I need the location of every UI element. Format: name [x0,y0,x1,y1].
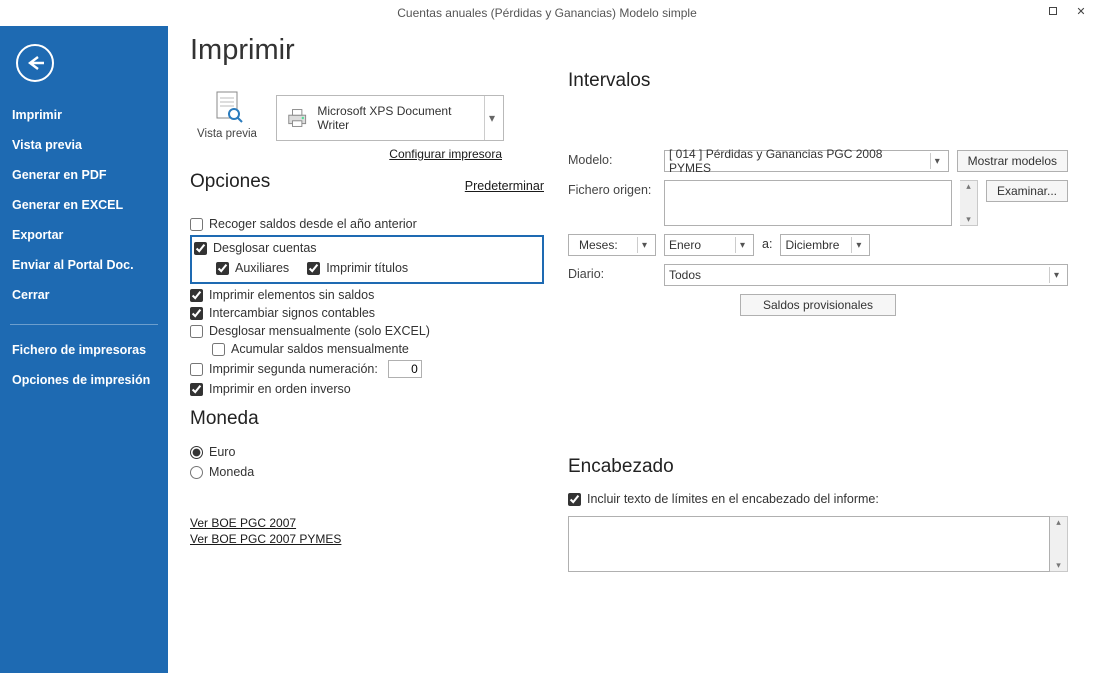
mes-to-select[interactable]: Diciembre ▾ [780,234,870,256]
opt-orden-inverso[interactable]: Imprimir en orden inverso [190,380,544,398]
sidebar: Imprimir Vista previa Generar en PDF Gen… [0,26,168,673]
opciones-heading: Opciones [190,171,270,193]
opt-imprimir-titulos[interactable]: Imprimir títulos [307,259,408,277]
segunda-num-input[interactable] [388,360,422,378]
examinar-button[interactable]: Examinar... [986,180,1068,202]
radio-euro[interactable]: Euro [190,442,544,462]
scrollbar[interactable]: ▴▾ [960,180,978,226]
window-title: Cuentas anuales (Pérdidas y Ganancias) M… [397,6,697,20]
chevron-down-icon: ▾ [930,153,944,169]
nav-opciones-impresion[interactable]: Opciones de impresión [0,365,168,395]
modelo-value: [ 014 ] Pérdidas y Ganancias PGC 2008 PY… [669,147,924,175]
opt-intercambiar[interactable]: Intercambiar signos contables [190,304,544,322]
diario-label: Diario: [568,264,656,281]
mostrar-modelos-button[interactable]: Mostrar modelos [957,150,1068,172]
a-label: a: [762,234,772,251]
fichero-label: Fichero origen: [568,180,656,197]
modelo-label: Modelo: [568,150,656,167]
nav-cerrar[interactable]: Cerrar [0,280,168,310]
opt-desglosar[interactable]: Desglosar cuentas [194,239,536,257]
document-preview-icon [208,90,246,126]
nav-portal[interactable]: Enviar al Portal Doc. [0,250,168,280]
nav-excel[interactable]: Generar en EXCEL [0,190,168,220]
fichero-origen-input[interactable] [664,180,952,226]
nav-pdf[interactable]: Generar en PDF [0,160,168,190]
boe-link-2[interactable]: Ver BOE PGC 2007 PYMES [190,532,544,546]
page-title: Imprimir [190,34,544,67]
chevron-down-icon: ▾ [484,96,499,140]
close-window-button[interactable] [1074,4,1088,18]
back-button[interactable] [16,44,54,82]
chevron-down-icon: ▾ [637,237,651,253]
nav-exportar[interactable]: Exportar [0,220,168,250]
mes-from-select[interactable]: Enero ▾ [664,234,754,256]
intervalos-heading: Intervalos [568,70,1068,92]
chevron-down-icon: ▾ [851,237,865,253]
printer-select[interactable]: Microsoft XPS Document Writer ▾ [276,95,504,141]
encabezado-heading: Encabezado [568,456,1068,478]
modelo-select[interactable]: [ 014 ] Pérdidas y Ganancias PGC 2008 PY… [664,150,949,172]
printer-icon [285,107,309,129]
chevron-down-icon: ▾ [735,237,749,253]
printer-name: Microsoft XPS Document Writer [317,104,476,132]
vista-previa-label: Vista previa [197,128,257,140]
nav-vista-previa[interactable]: Vista previa [0,130,168,160]
vista-previa-button[interactable]: Vista previa [190,83,264,151]
encabezado-text[interactable] [568,516,1050,572]
opt-desglosar-mensual[interactable]: Desglosar mensualmente (solo EXCEL) [190,322,544,340]
meses-label-select[interactable]: Meses: ▾ [568,234,656,256]
opt-auxiliares[interactable]: Auxiliares [216,259,289,277]
opt-segunda-num[interactable]: Imprimir segunda numeración: [190,358,544,380]
opt-imprimir-elementos[interactable]: Imprimir elementos sin saldos [190,286,544,304]
configure-printer-link[interactable]: Configurar impresora [389,147,502,161]
moneda-heading: Moneda [190,408,544,430]
opt-acumular[interactable]: Acumular saldos mensualmente [190,340,544,358]
maximize-button[interactable] [1046,4,1060,18]
saldos-provisionales-button[interactable]: Saldos provisionales [740,294,896,316]
diario-select[interactable]: Todos ▾ [664,264,1068,286]
scrollbar[interactable]: ▴▾ [1050,516,1068,572]
boe-link-1[interactable]: Ver BOE PGC 2007 [190,516,544,530]
opt-recoger[interactable]: Recoger saldos desde el año anterior [190,215,544,233]
encabezado-check[interactable]: Incluir texto de límites en el encabezad… [568,490,1068,508]
chevron-down-icon: ▾ [1049,267,1063,283]
nav-imprimir[interactable]: Imprimir [0,100,168,130]
radio-moneda[interactable]: Moneda [190,462,544,482]
nav-fichero-impresoras[interactable]: Fichero de impresoras [0,335,168,365]
predeterminar-link[interactable]: Predeterminar [465,179,544,193]
desglosar-highlight: Desglosar cuentas Auxiliares Imprimir tí… [190,235,544,284]
